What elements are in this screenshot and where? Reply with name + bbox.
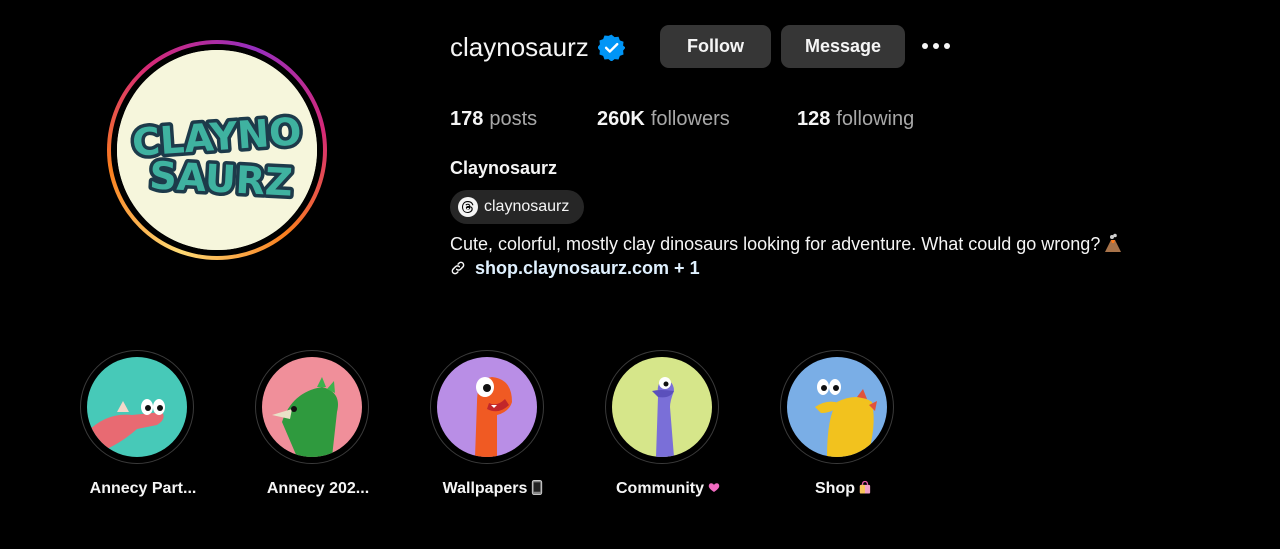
highlight-annecy-part[interactable]: Annecy Part... — [58, 350, 198, 497]
profile-full-name: Claynosaurz — [450, 158, 558, 178]
link-text: shop.claynosaurz.com + 1 — [475, 257, 700, 278]
volcano-icon — [1105, 233, 1122, 252]
highlight-label: Community — [616, 480, 704, 497]
threads-icon — [458, 197, 478, 217]
verified-badge-icon — [598, 34, 625, 61]
highlight-label-row: Wallpapers — [408, 480, 578, 498]
highlight-cover — [87, 357, 187, 457]
profile-username: claynosaurz — [450, 32, 589, 62]
highlight-ring — [430, 350, 544, 464]
highlight-label: Wallpapers — [442, 480, 528, 497]
profile-avatar[interactable]: CLAYNO SAURZ — [107, 40, 327, 260]
following-number: 128 — [797, 108, 831, 130]
link-icon — [451, 261, 465, 275]
highlight-annecy-202[interactable]: Annecy 202... — [233, 350, 373, 497]
highlight-ring — [255, 350, 369, 464]
logo-line-2: SAURZ — [148, 153, 293, 204]
bio-text: Cute, colorful, mostly clay dinosaurs lo… — [450, 234, 1101, 254]
threads-handle: claynosaurz — [484, 198, 570, 215]
shopping-bag-icon — [859, 480, 871, 494]
claynosaurz-logo: CLAYNO SAURZ — [117, 50, 317, 250]
message-button[interactable]: Message — [781, 25, 905, 68]
more-options-icon[interactable] — [918, 34, 954, 58]
posts-number: 178 — [450, 108, 484, 130]
more-dot — [933, 43, 939, 49]
highlight-cover — [787, 357, 887, 457]
posts-count: 178 posts — [450, 106, 537, 132]
following-label: following — [836, 108, 915, 130]
highlight-ring — [80, 350, 194, 464]
avatar-image: CLAYNO SAURZ — [117, 50, 317, 250]
followers-label: followers — [650, 108, 730, 130]
follow-button[interactable]: Follow — [660, 25, 771, 68]
phone-icon — [532, 480, 543, 495]
bio-description: Cute, colorful, mostly clay dinosaurs lo… — [450, 232, 1122, 256]
more-dot — [922, 43, 928, 49]
external-link[interactable]: shop.claynosaurz.com + 1 — [450, 256, 700, 280]
threads-badge[interactable]: claynosaurz — [450, 190, 584, 224]
posts-label: posts — [489, 108, 538, 130]
highlight-label: Shop — [815, 480, 855, 497]
highlight-label-row: Shop — [758, 480, 928, 498]
highlight-cover — [612, 357, 712, 457]
highlight-cover — [262, 357, 362, 457]
followers-link[interactable]: 260K followers — [597, 106, 730, 132]
highlight-label: Annecy 202... — [266, 480, 370, 497]
highlight-wallpapers[interactable]: Wallpapers — [408, 350, 548, 497]
following-link[interactable]: 128 following — [797, 106, 914, 132]
highlight-cover — [437, 357, 537, 457]
heart-icon — [708, 483, 720, 492]
highlight-shop[interactable]: Shop — [758, 350, 898, 497]
highlight-label: Annecy Part... — [89, 480, 197, 497]
highlight-label-row: Community — [583, 480, 753, 498]
followers-number: 260K — [597, 108, 645, 130]
highlight-ring — [605, 350, 719, 464]
more-dot — [944, 43, 950, 49]
highlight-ring — [780, 350, 894, 464]
highlight-community[interactable]: Community — [583, 350, 723, 497]
